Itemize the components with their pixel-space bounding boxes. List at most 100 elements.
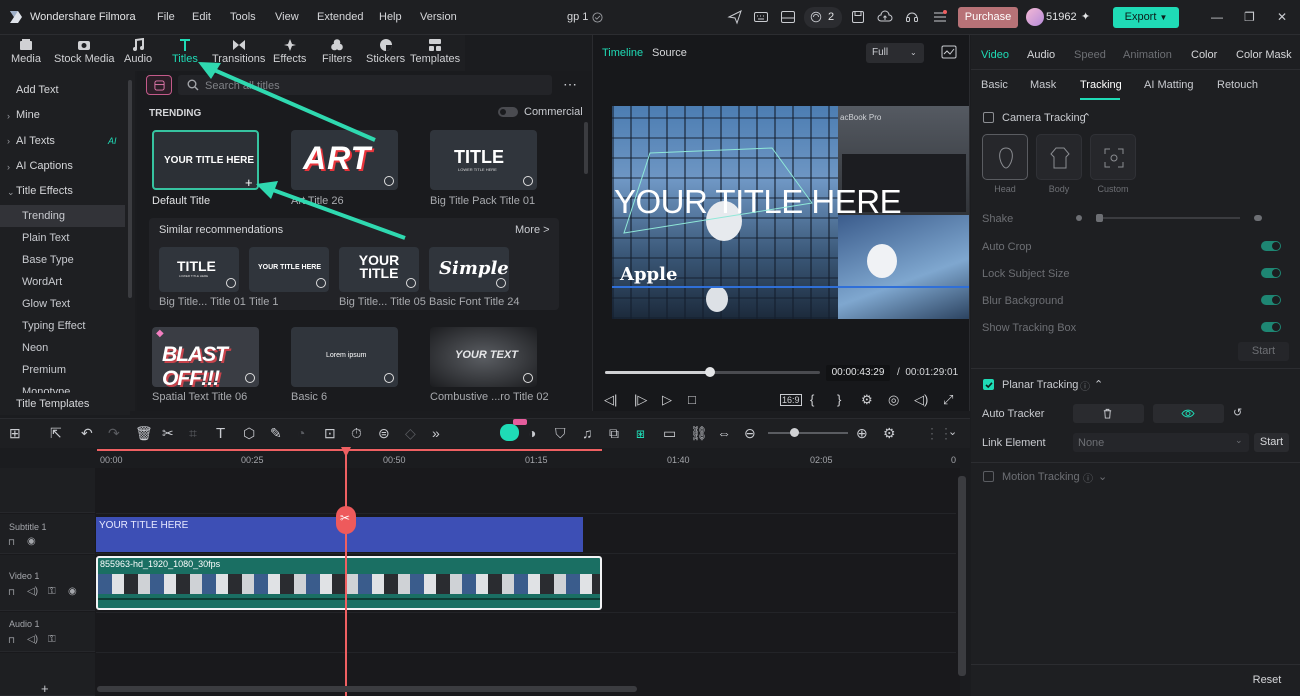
similar-thumb[interactable]: Simple	[429, 247, 509, 292]
planar-start-button[interactable]: Start	[1254, 433, 1289, 452]
lock-icon[interactable]: ⚿	[48, 634, 56, 645]
settings-icon[interactable]: ⚙	[883, 425, 899, 441]
tab-transitions[interactable]: Transitions	[212, 38, 265, 65]
tab-color-mask[interactable]: Color Mask	[1236, 49, 1292, 61]
quality-select[interactable]: Full ⌄	[866, 43, 924, 63]
overlay-title[interactable]: YOUR TITLE HERE	[614, 183, 902, 221]
unlink-icon[interactable]: ⛓	[690, 425, 708, 441]
delete-icon[interactable]: 🗑	[135, 425, 153, 441]
snapshot-view-icon[interactable]	[941, 45, 957, 59]
redo-icon[interactable]: ↷	[108, 425, 124, 441]
folder-icon[interactable]: ⊓	[8, 537, 15, 548]
nav-mine[interactable]: Mine	[0, 104, 130, 126]
fit-icon[interactable]: ⇔	[717, 425, 733, 441]
undo-icon[interactable]: ↶	[81, 425, 97, 441]
tab-titles[interactable]: Titles	[172, 38, 198, 65]
playhead-split-button[interactable]: ✂	[336, 506, 356, 534]
shake-slider[interactable]	[1096, 217, 1240, 219]
title-thumb-big-title[interactable]: TITLE LOWER TITLE HERE	[430, 130, 537, 190]
menu-file[interactable]: File	[157, 11, 175, 23]
filter-button[interactable]	[146, 75, 172, 95]
nav-premium[interactable]: Premium	[0, 359, 130, 381]
split-icon[interactable]: ✂	[162, 425, 178, 441]
cloud-upload-icon[interactable]	[877, 9, 893, 25]
mark-in-icon[interactable]: {	[810, 392, 814, 407]
tab-templates[interactable]: Templates	[410, 38, 460, 65]
volume-icon[interactable]: ◁)	[914, 392, 928, 408]
zoom-out-icon[interactable]: ⊖	[744, 425, 760, 441]
chevron-up-icon[interactable]: ⌃	[1082, 111, 1091, 124]
reset-tracker-icon[interactable]: ↺	[1233, 406, 1242, 419]
planar-tracking-checkbox[interactable]	[983, 379, 994, 390]
freeze-frame-icon[interactable]: ⊡	[324, 425, 340, 441]
adjust-icon[interactable]: ⊜	[378, 425, 394, 441]
tab-audio-props[interactable]: Audio	[1027, 49, 1055, 61]
subtab-basic[interactable]: Basic	[981, 79, 1008, 91]
auto-highlight-icon[interactable]: ◑	[528, 425, 544, 441]
nav-neon[interactable]: Neon	[0, 337, 130, 359]
layout-grid-icon[interactable]: ⊞	[9, 425, 25, 441]
chevron-down-icon[interactable]: ⌄	[1098, 470, 1107, 483]
commercial-toggle[interactable]	[498, 107, 518, 117]
nav-scrollbar[interactable]	[128, 80, 132, 298]
auto-crop-toggle[interactable]	[1261, 241, 1281, 251]
lock-subject-toggle[interactable]	[1261, 268, 1281, 278]
camera-start-button[interactable]: Start	[1238, 342, 1289, 361]
next-frame-icon[interactable]: |▷	[634, 392, 647, 408]
menu-view[interactable]: View	[275, 11, 299, 23]
title-thumb-combustive[interactable]: YOUR TEXT	[430, 327, 537, 387]
tab-stickers[interactable]: Stickers	[366, 38, 405, 65]
select-tool-icon[interactable]: ⇱	[50, 425, 66, 441]
tab-video[interactable]: Video	[981, 49, 1009, 61]
speaker-icon[interactable]: ◁)	[27, 586, 38, 597]
nav-title-effects[interactable]: Title Effects	[0, 180, 130, 202]
preview-tracker-button[interactable]	[1153, 404, 1224, 423]
show-tracking-box-toggle[interactable]	[1261, 322, 1281, 332]
mask-tool-icon[interactable]: ◇	[405, 425, 421, 441]
nav-plain-text[interactable]: Plain Text	[0, 227, 130, 249]
subtab-mask[interactable]: Mask	[1030, 79, 1056, 91]
video-clip[interactable]: 855963-hd_1920_1080_30fps	[96, 556, 602, 610]
tab-filters[interactable]: Filters	[322, 38, 352, 65]
lock-icon[interactable]: ⚿	[48, 586, 56, 597]
nav-typing-effect[interactable]: Typing Effect	[0, 315, 130, 337]
color-picker-icon[interactable]: ✎	[270, 425, 286, 441]
track-head-button[interactable]	[982, 134, 1028, 180]
motion-tracking-checkbox[interactable]	[983, 471, 994, 482]
text-tool-icon[interactable]: T	[216, 425, 232, 442]
aspect-ratio-icon[interactable]: 16:9	[780, 394, 802, 406]
add-icon[interactable]: +	[245, 175, 253, 188]
camera-tracking-checkbox[interactable]	[983, 112, 994, 123]
camera-snapshot-icon[interactable]: ◎	[888, 392, 899, 408]
help-icon[interactable]: ⓘ	[1080, 378, 1090, 393]
timer-icon[interactable]: ⏱	[351, 425, 367, 441]
stop-icon[interactable]: □	[688, 392, 696, 407]
chevron-down-icon[interactable]: ⌄	[948, 425, 964, 441]
menu-help[interactable]: Help	[379, 11, 402, 23]
menu-extended[interactable]: Extended	[317, 11, 363, 23]
reset-button[interactable]: Reset	[1244, 671, 1290, 690]
menu-list-icon[interactable]	[932, 9, 948, 25]
similar-thumb[interactable]: YOUR TITLE HERE	[249, 247, 329, 292]
play-icon[interactable]: ▷	[662, 392, 672, 408]
save-icon[interactable]	[850, 9, 866, 25]
maximize-icon[interactable]: ❐	[1244, 10, 1255, 24]
tab-stock-media[interactable]: Stock Media	[54, 38, 115, 65]
timeline-vertical-scrollbar[interactable]	[958, 476, 966, 676]
avatar[interactable]	[1026, 8, 1044, 26]
folder-icon[interactable]: ⊓	[8, 587, 15, 598]
prev-frame-icon[interactable]: ◁|	[604, 392, 617, 408]
voice-icon[interactable]: ♫	[582, 425, 598, 441]
scrubber-handle[interactable]	[705, 367, 715, 377]
menu-version[interactable]: Version	[420, 11, 457, 23]
grid-scrollbar[interactable]	[584, 122, 588, 174]
shield-icon[interactable]: ⛉	[555, 425, 571, 441]
subtab-tracking[interactable]: Tracking	[1080, 79, 1122, 91]
playhead-line[interactable]	[345, 448, 347, 696]
link-element-select[interactable]: None ⌄	[1073, 433, 1249, 452]
subtab-retouch[interactable]: Retouch	[1217, 79, 1258, 91]
subtab-ai-matting[interactable]: AI Matting	[1144, 79, 1194, 91]
speed-icon[interactable]: ◔	[297, 425, 313, 441]
nav-monotype[interactable]: Monotype	[0, 381, 130, 393]
keyboard-icon[interactable]	[753, 9, 769, 25]
